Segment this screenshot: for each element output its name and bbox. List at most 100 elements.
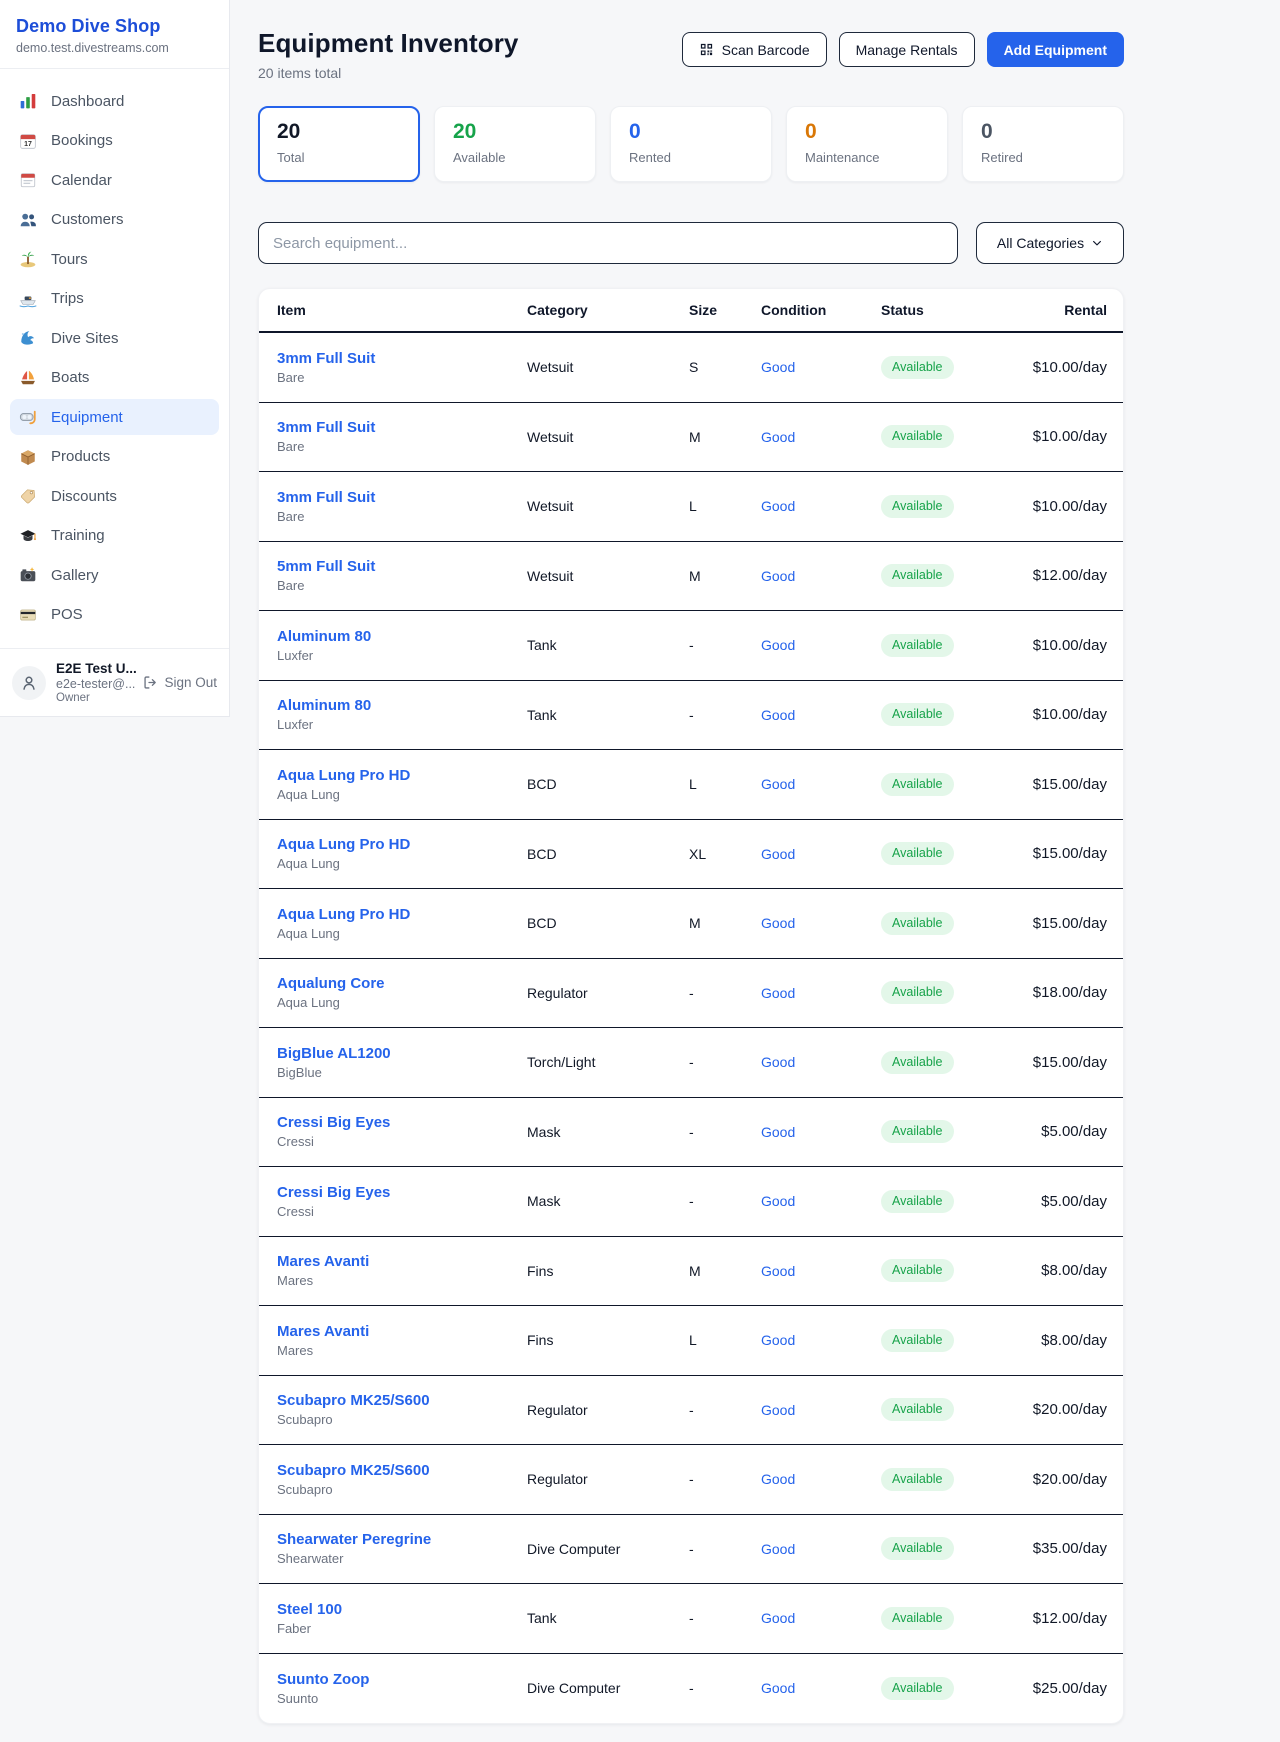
stat-card-total[interactable]: 20 Total [258,106,420,182]
item-name-link[interactable]: Aluminum 80 [277,628,527,645]
item-name-link[interactable]: Aqua Lung Pro HD [277,836,527,853]
item-brand: Scubapro [277,1412,527,1427]
calendar-icon [18,171,38,189]
item-condition-link[interactable]: Good [761,637,881,653]
stat-card-retired[interactable]: 0 Retired [962,106,1124,182]
stat-card-rented[interactable]: 0 Rented [610,106,772,182]
search-input[interactable] [258,222,958,264]
status-badge: Available [881,912,954,935]
item-condition-link[interactable]: Good [761,1054,881,1070]
sidebar-item-gallery[interactable]: Gallery [10,557,219,593]
item-name-link[interactable]: 3mm Full Suit [277,489,527,506]
item-name-link[interactable]: Aluminum 80 [277,697,527,714]
item-name-link[interactable]: Scubapro MK25/S600 [277,1392,527,1409]
item-name-link[interactable]: Shearwater Peregrine [277,1531,527,1548]
item-condition-link[interactable]: Good [761,776,881,792]
table-row: Steel 100 Faber Tank - Good Available $1… [259,1584,1123,1654]
item-name-link[interactable]: Mares Avanti [277,1253,527,1270]
item-condition-link[interactable]: Good [761,568,881,584]
item-rental-rate: $12.00/day [1003,1610,1107,1627]
sidebar-item-tours[interactable]: Tours [10,241,219,277]
sidebar-item-calendar[interactable]: Calendar [10,162,219,198]
stat-card-available[interactable]: 20 Available [434,106,596,182]
item-condition-link[interactable]: Good [761,1332,881,1348]
column-header-item: Item [277,302,527,318]
item-name-link[interactable]: Steel 100 [277,1601,527,1618]
item-condition-link[interactable]: Good [761,985,881,1001]
item-brand: Bare [277,578,527,593]
item-name-link[interactable]: 3mm Full Suit [277,419,527,436]
person-icon [20,674,38,692]
item-name-link[interactable]: Cressi Big Eyes [277,1114,527,1131]
manage-rentals-button[interactable]: Manage Rentals [839,32,975,67]
sidebar-item-label: Dive Sites [51,330,119,347]
sidebar-item-products[interactable]: Products [10,439,219,475]
item-name-link[interactable]: Aqua Lung Pro HD [277,906,527,923]
item-condition-link[interactable]: Good [761,1124,881,1140]
table-body: 3mm Full Suit Bare Wetsuit S Good Availa… [259,333,1123,1723]
item-brand: BigBlue [277,1065,527,1080]
item-name-link[interactable]: Mares Avanti [277,1323,527,1340]
sailboat-icon [18,369,38,387]
stat-label: Maintenance [805,150,929,165]
sidebar-item-customers[interactable]: Customers [10,202,219,238]
item-size: L [689,1332,761,1348]
table-row: Cressi Big Eyes Cressi Mask - Good Avail… [259,1098,1123,1168]
item-category: Wetsuit [527,359,689,375]
item-name-link[interactable]: 5mm Full Suit [277,558,527,575]
sidebar-item-label: Discounts [51,488,117,505]
item-condition-link[interactable]: Good [761,1680,881,1696]
sidebar-item-discounts[interactable]: Discounts [10,478,219,514]
sidebar-item-label: Customers [51,211,124,228]
sidebar-item-equipment[interactable]: Equipment [10,399,219,435]
user-name: E2E Test U... [56,661,133,676]
item-rental-rate: $20.00/day [1003,1471,1107,1488]
item-condition-link[interactable]: Good [761,429,881,445]
item-brand: Aqua Lung [277,995,527,1010]
item-brand: Shearwater [277,1551,527,1566]
item-condition-link[interactable]: Good [761,1402,881,1418]
item-condition-link[interactable]: Good [761,359,881,375]
item-brand: Cressi [277,1134,527,1149]
sidebar-item-trips[interactable]: Trips [10,281,219,317]
item-condition-link[interactable]: Good [761,498,881,514]
item-name-link[interactable]: 3mm Full Suit [277,350,527,367]
sidebar-item-pos[interactable]: POS [10,597,219,633]
item-name-link[interactable]: Scubapro MK25/S600 [277,1462,527,1479]
stat-value: 0 [805,120,929,143]
item-name-link[interactable]: BigBlue AL1200 [277,1045,527,1062]
item-condition-link[interactable]: Good [761,707,881,723]
sidebar-item-boats[interactable]: Boats [10,360,219,396]
sidebar-item-bookings[interactable]: Bookings [10,123,219,159]
item-brand: Mares [277,1343,527,1358]
item-condition-link[interactable]: Good [761,1471,881,1487]
add-equipment-button[interactable]: Add Equipment [987,32,1124,67]
status-badge: Available [881,842,954,865]
item-condition-link[interactable]: Good [761,846,881,862]
chevron-down-icon [1091,237,1103,249]
sign-out-button[interactable]: Sign Out [143,675,217,690]
item-condition-link[interactable]: Good [761,1610,881,1626]
item-rental-rate: $15.00/day [1003,845,1107,862]
sidebar-item-training[interactable]: Training [10,518,219,554]
stat-card-maintenance[interactable]: 0 Maintenance [786,106,948,182]
page-title: Equipment Inventory [258,28,518,59]
item-name-link[interactable]: Suunto Zoop [277,1671,527,1688]
status-badge: Available [881,1329,954,1352]
item-name-link[interactable]: Aqua Lung Pro HD [277,767,527,784]
scan-barcode-button[interactable]: Scan Barcode [682,32,827,67]
sidebar-item-label: Products [51,448,110,465]
item-condition-link[interactable]: Good [761,915,881,931]
item-size: - [689,1471,761,1487]
item-name-link[interactable]: Aqualung Core [277,975,527,992]
sidebar-item-divesites[interactable]: Dive Sites [10,320,219,356]
item-condition-link[interactable]: Good [761,1193,881,1209]
item-condition-link[interactable]: Good [761,1263,881,1279]
item-size: L [689,498,761,514]
category-select[interactable]: All Categories [976,222,1124,264]
status-badge: Available [881,981,954,1004]
sidebar-item-dashboard[interactable]: Dashboard [10,83,219,119]
table-row: 5mm Full Suit Bare Wetsuit M Good Availa… [259,542,1123,612]
item-name-link[interactable]: Cressi Big Eyes [277,1184,527,1201]
item-condition-link[interactable]: Good [761,1541,881,1557]
